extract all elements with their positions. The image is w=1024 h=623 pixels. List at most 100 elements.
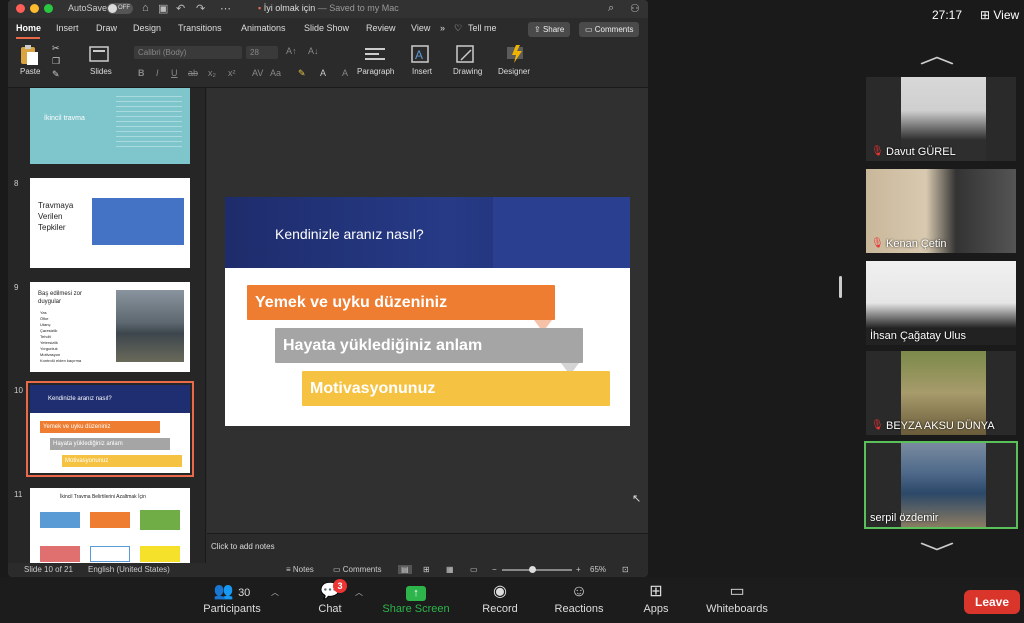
chat-options-icon[interactable]: ︿ (355, 587, 363, 598)
highlight-icon[interactable]: ✎ (298, 68, 306, 79)
slide-title[interactable]: Kendinizle aranız nasıl? (275, 226, 424, 242)
apps-button[interactable]: ⊞ Apps (638, 581, 674, 615)
slide-thumbnails-panel[interactable]: İkincil travma 8 Travmaya Verilen Tepkil… (8, 88, 206, 563)
slideshow-icon[interactable]: ▭ (470, 565, 478, 574)
underline-icon[interactable]: U (171, 68, 178, 78)
participants-button[interactable]: 👥 30 Participants (196, 581, 268, 615)
tab-review[interactable]: Review (366, 23, 396, 33)
save-icon[interactable]: ▣ (158, 2, 168, 15)
notes-toggle-button[interactable]: ≡ Notes (286, 565, 314, 574)
participant-tile[interactable]: 🎙 Kenan Çetin (866, 169, 1016, 253)
slide-thumbnail-9[interactable]: Baş edilmesi zor duygular Yas Öfke Utanç… (30, 282, 190, 372)
tab-animations[interactable]: Animations (241, 23, 286, 33)
zoom-level[interactable]: 65% (590, 565, 606, 574)
share-button[interactable]: ⇪ Share (528, 22, 571, 37)
tab-draw[interactable]: Draw (96, 23, 117, 33)
comment-icon: ▭ (333, 565, 343, 574)
tab-transitions[interactable]: Transitions (178, 23, 222, 33)
mic-muted-icon: 🎙 (871, 146, 884, 157)
participant-tile[interactable]: İhsan Çağatay Ulus (866, 261, 1016, 345)
bold-icon[interactable]: B (138, 68, 145, 78)
new-slide-icon[interactable] (88, 45, 114, 65)
smartart-item-3[interactable]: Motivasyonunuz (302, 371, 610, 406)
share-screen-button[interactable]: ↑ Share Screen (378, 581, 454, 615)
leave-meeting-button[interactable]: Leave (964, 590, 1020, 614)
tab-home[interactable]: Home (16, 23, 41, 33)
slide-sorter-icon[interactable]: ⊞ (423, 565, 430, 574)
italic-icon[interactable]: I (156, 68, 159, 78)
reading-view-icon[interactable]: ▦ (446, 565, 454, 574)
notes-placeholder[interactable]: Click to add notes (211, 542, 275, 551)
strikethrough-icon[interactable]: ab (188, 68, 198, 78)
minimize-window-button[interactable] (30, 4, 39, 13)
zoom-slider[interactable] (502, 566, 572, 573)
view-button[interactable]: ⊞ View (980, 8, 1019, 22)
paste-icon[interactable] (18, 44, 42, 66)
fit-to-window-icon[interactable]: ⊡ (622, 565, 629, 574)
redo-icon[interactable]: ↷ (196, 2, 205, 15)
decrease-font-icon[interactable]: A↓ (308, 46, 319, 56)
tab-slide-show[interactable]: Slide Show (304, 23, 349, 33)
more-tabs-icon[interactable]: » (440, 23, 445, 33)
superscript-icon[interactable]: x² (228, 68, 236, 78)
comments-toggle-button[interactable]: ▭ Comments (333, 565, 381, 574)
current-slide[interactable]: Kendinizle aranız nasıl? Yemek ve uyku d… (225, 197, 630, 426)
format-painter-icon[interactable]: ✎ (52, 69, 60, 80)
slide-thumbnail-11[interactable]: İkincil Travma Belirtilerini Azaltmak İç… (30, 488, 190, 563)
normal-view-icon[interactable]: ▤ (398, 565, 412, 574)
participants-options-icon[interactable]: ︿ (271, 587, 279, 598)
zoom-slider-handle[interactable] (529, 566, 536, 573)
slide-thumbnail-10[interactable]: Kendinizle aranız nasıl? Yemek ve uyku d… (26, 381, 194, 477)
tell-me-search[interactable]: Tell me (468, 23, 497, 33)
scroll-up-chevron-icon[interactable]: ︿ (919, 38, 954, 70)
increase-font-icon[interactable]: A↑ (286, 46, 297, 56)
panel-resize-handle[interactable] (839, 276, 842, 298)
notes-pane[interactable]: Click to add notes (207, 533, 648, 563)
home-icon[interactable]: ⌂ (142, 2, 149, 14)
copy-icon[interactable]: ❐ (52, 56, 60, 67)
slide-thumbnail-7[interactable]: İkincil travma (30, 88, 190, 164)
participant-tile[interactable]: 🎙 Davut GÜREL (866, 77, 1016, 161)
chat-unread-badge: 3 (333, 579, 347, 593)
whiteboards-button[interactable]: ▭ Whiteboards (700, 581, 774, 615)
participant-tile-active-speaker[interactable]: serpil özdemir (864, 441, 1018, 529)
participant-tile[interactable]: 🎙 BEYZA AKSU DÜNYA (866, 351, 1016, 435)
designer-icon[interactable] (504, 43, 530, 65)
slides-label: Slides (90, 67, 112, 76)
paragraph-icon[interactable] (363, 46, 389, 64)
font-size-select[interactable]: 28 (246, 46, 278, 59)
search-icon[interactable]: ⌕ (608, 2, 614, 15)
slide-editor[interactable]: Kendinizle aranız nasıl? Yemek ve uyku d… (207, 88, 648, 533)
change-case-icon[interactable]: Aa (270, 68, 281, 78)
insert-icon[interactable]: A (410, 44, 436, 66)
smartart-item-1[interactable]: Yemek ve uyku düzeniniz (247, 285, 555, 320)
language-status[interactable]: English (United States) (88, 565, 170, 574)
clear-format-icon[interactable]: A (342, 68, 348, 78)
autosave-toggle[interactable]: OFF (107, 3, 133, 14)
tab-view[interactable]: View (411, 23, 430, 33)
subscript-icon[interactable]: x₂ (208, 68, 216, 78)
close-window-button[interactable] (16, 4, 25, 13)
more-icon[interactable]: ⋯ (220, 2, 231, 15)
reactions-button[interactable]: ☺ Reactions (550, 581, 608, 615)
font-color-icon[interactable]: A (320, 68, 326, 78)
char-spacing-icon[interactable]: AV (252, 68, 263, 78)
tab-insert[interactable]: Insert (56, 23, 79, 33)
drawing-icon[interactable] (455, 44, 481, 66)
smartart-item-2[interactable]: Hayata yüklediğiniz anlam (275, 328, 583, 363)
tab-design[interactable]: Design (133, 23, 161, 33)
slide-number-10: 10 (14, 386, 23, 395)
cut-icon[interactable]: ✂ (52, 43, 60, 54)
comments-button[interactable]: ▭ Comments (579, 22, 640, 37)
font-name-select[interactable]: Calibri (Body) (134, 46, 242, 59)
thumb-box (90, 512, 130, 528)
storm-cloud-image (116, 290, 184, 362)
zoom-in-icon[interactable]: + (576, 565, 581, 574)
undo-icon[interactable]: ↶ (176, 2, 185, 15)
account-icon[interactable]: ⚇ (630, 2, 640, 15)
record-button[interactable]: ◉ Record (478, 581, 522, 615)
zoom-window-button[interactable] (44, 4, 53, 13)
slide-thumbnail-8[interactable]: Travmaya Verilen Tepkiler (30, 178, 190, 268)
scroll-down-chevron-icon[interactable]: ﹀ (919, 536, 954, 568)
zoom-out-icon[interactable]: − (492, 565, 497, 574)
